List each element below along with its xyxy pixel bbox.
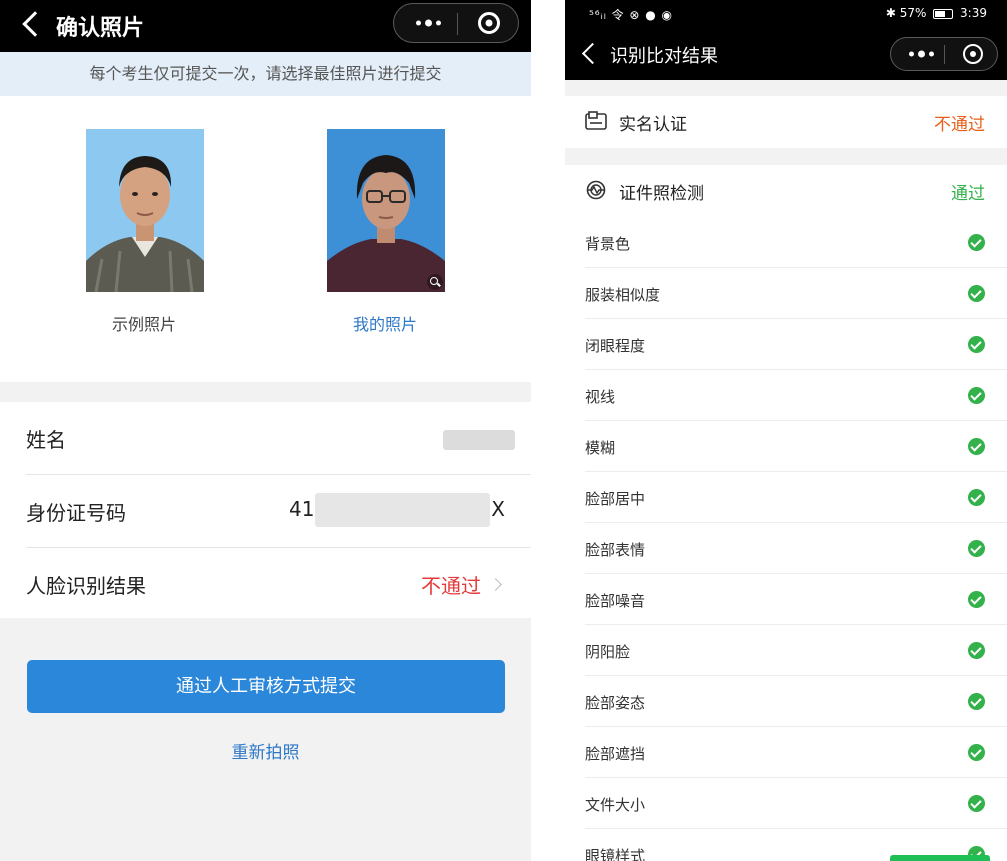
check-pass-icon (968, 693, 985, 710)
back-icon[interactable] (22, 11, 48, 37)
clock: 3:39 (960, 6, 987, 20)
nav-bar: 确认照片 (0, 0, 531, 52)
check-label: 闭眼程度 (585, 337, 646, 355)
list-item: 视线 (565, 370, 1007, 421)
close-program-icon[interactable] (478, 12, 500, 34)
check-label: 视线 (585, 388, 616, 406)
sample-portrait-image (86, 129, 204, 292)
my-photo-caption[interactable]: 我的照片 (310, 311, 460, 335)
capsule-divider (944, 45, 945, 64)
name-value-redacted (443, 430, 515, 450)
section-label: 证件照检测 (619, 184, 704, 204)
list-item: 脸部姿态 (565, 676, 1007, 727)
list-item: 脸部遮挡 (565, 727, 1007, 778)
list-item: 脸部噪音 (565, 574, 1007, 625)
id-number-suffix: X (491, 497, 505, 521)
sample-photo-caption: 示例照片 (111, 315, 176, 334)
manual-review-submit-button[interactable]: 通过人工审核方式提交 (27, 660, 505, 713)
check-pass-icon (968, 642, 985, 659)
check-label: 服装相似度 (585, 286, 661, 304)
id-number-prefix: 41 (289, 497, 315, 521)
check-label: 脸部遮挡 (585, 745, 646, 763)
face-result-value: 不通过 (421, 574, 481, 598)
floating-action-bar[interactable] (890, 855, 990, 861)
mini-program-capsule (393, 3, 519, 43)
confirm-photo-screen: 确认照片 每个考生仅可提交一次，请选择最佳照片进行提交 示例照片 我的照片 姓名… (0, 0, 531, 861)
id-number-row: 身份证号码 41 X (0, 475, 531, 547)
check-label: 眼镜样式 (585, 847, 646, 861)
list-item: 脸部表情 (565, 523, 1007, 574)
id-number-redacted (315, 493, 490, 527)
list-item: 阴阳脸 (565, 625, 1007, 676)
bluetooth-icon: ✱ (885, 6, 896, 20)
section-result-pass: 通过 (951, 184, 985, 204)
check-label: 脸部居中 (585, 490, 646, 508)
id-number-label: 身份证号码 (26, 501, 126, 525)
back-icon[interactable] (581, 42, 604, 65)
close-program-icon[interactable] (963, 44, 983, 64)
check-pass-icon (968, 234, 985, 251)
section-label: 实名认证 (619, 115, 687, 135)
face-result-label: 人脸识别结果 (26, 574, 146, 598)
check-label: 脸部表情 (585, 541, 646, 559)
check-pass-icon (968, 336, 985, 353)
id-card-icon (585, 111, 607, 130)
check-label: 脸部姿态 (585, 694, 646, 712)
battery-icon (933, 8, 954, 19)
photo-comparison: 示例照片 我的照片 (0, 96, 531, 382)
section-result-fail: 不通过 (934, 115, 985, 135)
check-pass-icon (968, 591, 985, 608)
sample-photo[interactable] (86, 129, 204, 292)
list-item: 闭眼程度 (565, 319, 1007, 370)
check-pass-icon (968, 795, 985, 812)
user-portrait-image (327, 129, 445, 292)
name-row: 姓名 (0, 402, 531, 474)
more-icon[interactable] (909, 50, 934, 58)
section-id-photo: 证件照检测 通过 (565, 165, 1007, 217)
status-icons: ⁵⁶ᵢₗ 令 ⊗ ● ◉ (589, 8, 674, 22)
list-item: 脸部居中 (565, 472, 1007, 523)
nav-bar: ⁵⁶ᵢₗ 令 ⊗ ● ◉ ✱ 57% 3:39 识别比对结果 (565, 0, 1007, 80)
capsule-divider (457, 13, 458, 35)
list-item: 模糊 (565, 421, 1007, 472)
page-title: 识别比对结果 (610, 46, 718, 67)
check-pass-icon (968, 744, 985, 761)
page-title: 确认照片 (56, 16, 145, 41)
zoom-icon[interactable] (427, 274, 443, 290)
more-icon[interactable] (416, 19, 441, 27)
face-result-row[interactable]: 人脸识别结果 不通过 (0, 548, 531, 620)
check-pass-icon (968, 489, 985, 506)
check-label: 脸部噪音 (585, 592, 646, 610)
check-list: 背景色 服装相似度 闭眼程度 视线 模糊 脸部居中 脸部表情 脸部噪音 阴阳脸 … (565, 217, 1007, 861)
battery-percent: 57% (899, 6, 927, 20)
comparison-result-screen: ⁵⁶ᵢₗ 令 ⊗ ● ◉ ✱ 57% 3:39 识别比对结果 实名认证 不通过 (565, 0, 1007, 861)
face-scan-icon (586, 180, 606, 200)
name-label: 姓名 (26, 428, 66, 452)
check-pass-icon (968, 540, 985, 557)
list-item: 文件大小 (565, 778, 1007, 829)
notice-banner: 每个考生仅可提交一次，请选择最佳照片进行提交 (0, 52, 531, 96)
status-bar: ⁵⁶ᵢₗ 令 ⊗ ● ◉ ✱ 57% 3:39 (565, 4, 1007, 24)
check-label: 阴阳脸 (585, 643, 631, 661)
check-pass-icon (968, 438, 985, 455)
mini-program-capsule (890, 37, 998, 71)
list-item: 服装相似度 (565, 268, 1007, 319)
candidate-info: 姓名 身份证号码 41 X 人脸识别结果 不通过 (0, 402, 531, 618)
status-right: ✱ 57% 3:39 (886, 6, 987, 20)
check-label: 模糊 (585, 439, 616, 457)
check-pass-icon (968, 387, 985, 404)
check-pass-icon (968, 285, 985, 302)
list-item: 背景色 (565, 217, 1007, 268)
my-photo[interactable] (327, 129, 445, 292)
check-label: 文件大小 (585, 796, 646, 814)
check-label: 背景色 (585, 235, 631, 253)
chevron-right-icon (489, 578, 502, 591)
retake-photo-link[interactable]: 重新拍照 (0, 738, 531, 763)
section-real-name: 实名认证 不通过 (565, 96, 1007, 148)
